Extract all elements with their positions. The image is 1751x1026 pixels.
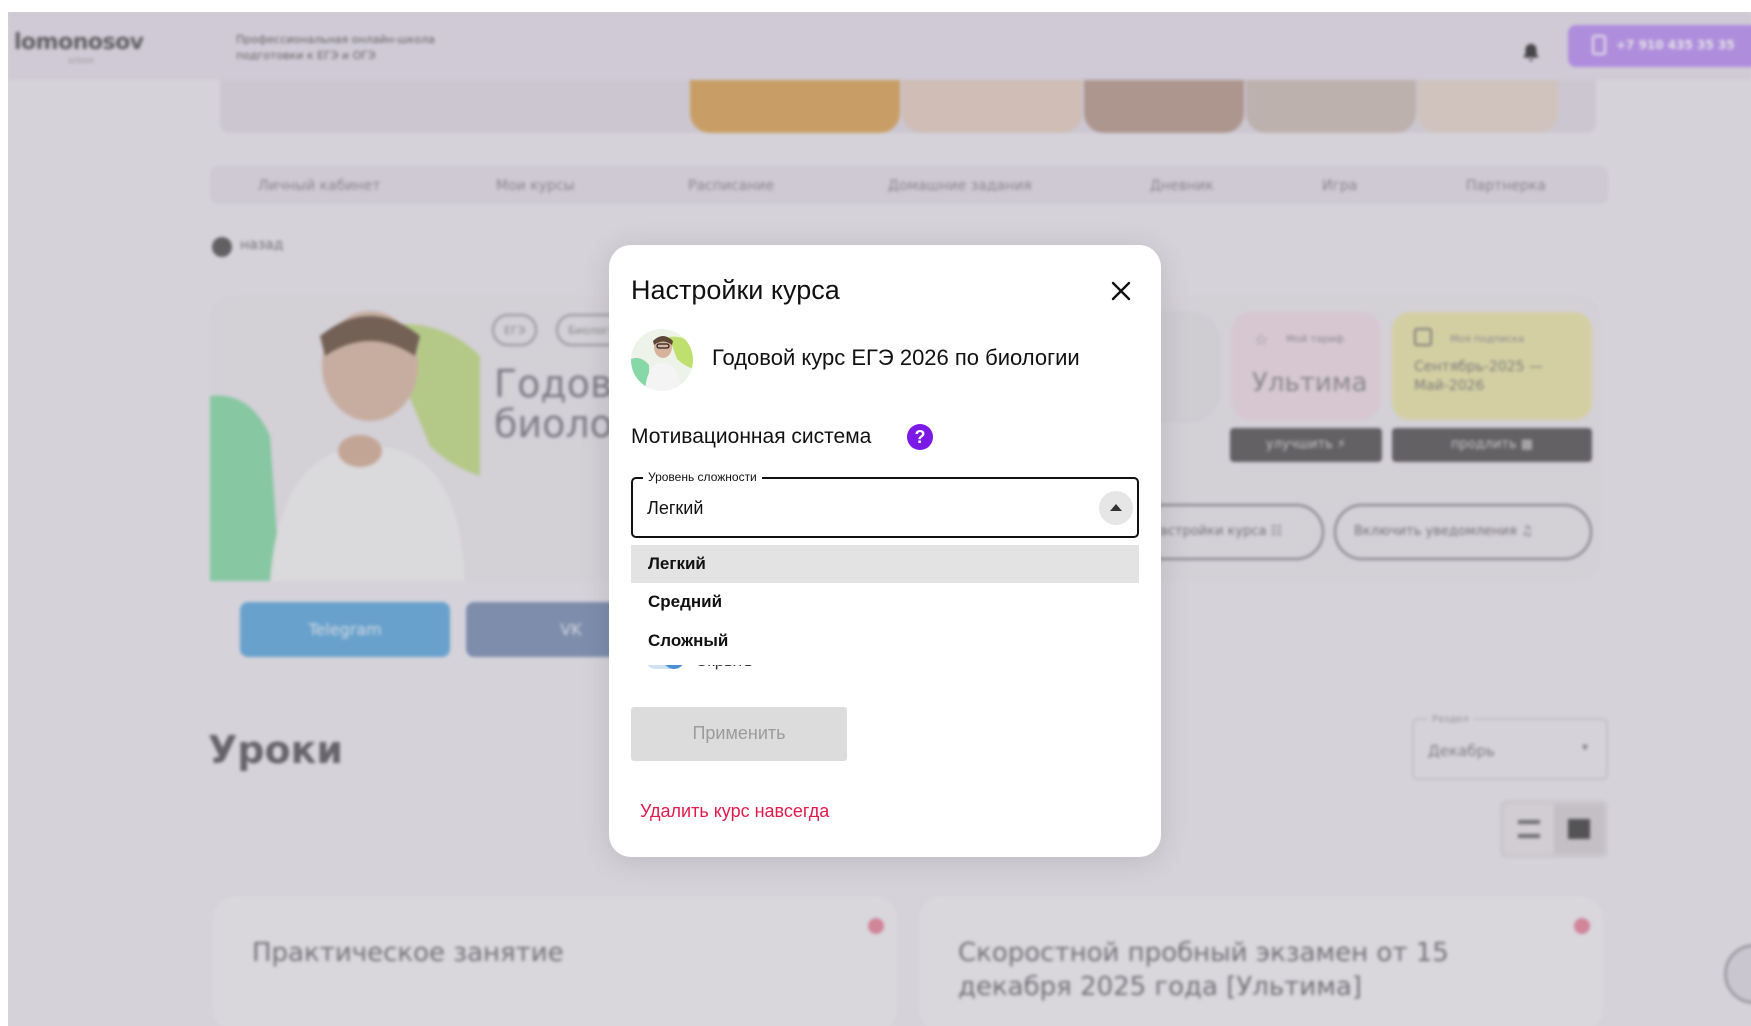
difficulty-legend: Уровень сложности	[643, 470, 762, 484]
close-icon[interactable]	[1105, 275, 1137, 307]
course-settings-modal: Настройки курса Годовой курс ЕГЭ 2026 по…	[609, 245, 1161, 857]
difficulty-option-easy[interactable]: Легкий	[631, 545, 1139, 583]
apply-button[interactable]: Применить	[631, 707, 847, 761]
motivation-label: Мотивационная система	[631, 425, 872, 448]
left-edge	[0, 0, 8, 1026]
delete-course-link[interactable]: Удалить курс навсегда	[640, 801, 829, 822]
help-icon[interactable]: ?	[907, 424, 933, 450]
top-edge	[0, 0, 1751, 12]
difficulty-option-medium[interactable]: Средний	[631, 583, 1139, 621]
difficulty-select[interactable]: Уровень сложности Легкий	[631, 470, 1139, 538]
difficulty-dropdown: Легкий Средний Сложный	[631, 545, 1139, 665]
chevron-up-icon[interactable]	[1099, 491, 1133, 525]
course-avatar	[631, 329, 693, 391]
difficulty-option-hard[interactable]: Сложный	[631, 622, 1139, 660]
modal-course-name: Годовой курс ЕГЭ 2026 по биологии	[712, 345, 1080, 370]
modal-title: Настройки курса	[631, 275, 840, 305]
difficulty-value: Легкий	[647, 498, 704, 518]
